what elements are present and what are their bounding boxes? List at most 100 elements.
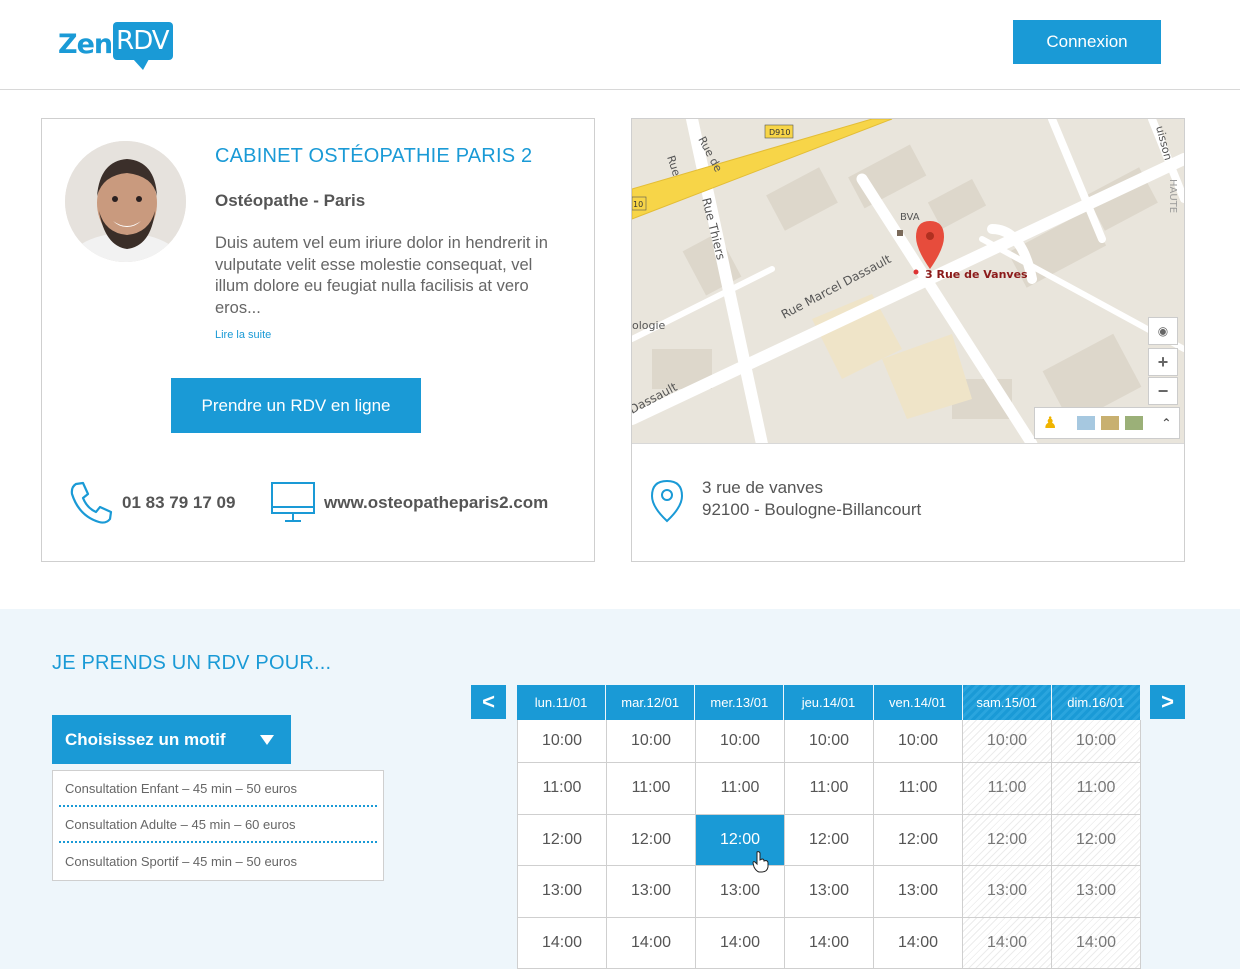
contact-phone[interactable]: 01 83 79 17 09 <box>68 480 235 526</box>
time-slot[interactable]: 10:00 <box>874 720 963 762</box>
time-slot-label: 10:00 <box>541 732 583 749</box>
time-slot[interactable]: 14:00 <box>785 917 874 969</box>
time-slot[interactable]: 13:00 <box>963 866 1052 917</box>
time-slot[interactable]: 11:00 <box>518 763 607 814</box>
time-slot[interactable]: 13:00 <box>518 866 607 917</box>
map-card: Rue Rue Thiers Rue Marcel Dassault Dassa… <box>631 118 1185 562</box>
address-block: 3 rue de vanves 92100 - Boulogne-Billanc… <box>702 477 921 521</box>
map-thumb-2[interactable] <box>1101 416 1120 430</box>
chevron-up-icon[interactable]: ⌃ <box>1161 416 1171 430</box>
map-locate-button[interactable]: ◉ <box>1148 317 1178 345</box>
motif-dropdown-label: Choisissez un motif <box>65 729 226 749</box>
motif-option[interactable]: Consultation Sportif – 45 min – 50 euros <box>59 843 377 879</box>
time-slot-label: 11:00 <box>987 779 1027 797</box>
time-slot[interactable]: 13:00 <box>874 866 963 917</box>
time-slot[interactable]: 14:00 <box>874 917 963 969</box>
time-slot-label: 14:00 <box>541 934 583 952</box>
time-slot-label: 10:00 <box>1075 732 1117 749</box>
time-slot[interactable]: 12:00 <box>1052 814 1141 866</box>
time-slot[interactable]: 13:00 <box>607 866 696 917</box>
address-line-1: 3 rue de vanves <box>702 478 823 497</box>
time-slot-label: 12:00 <box>986 830 1028 848</box>
motif-dropdown[interactable]: Choisissez un motif <box>52 715 291 764</box>
time-slot[interactable]: 14:00 <box>696 917 785 969</box>
book-online-button[interactable]: Prendre un RDV en ligne <box>171 378 421 433</box>
time-slot-label: 10:00 <box>986 732 1028 749</box>
time-slot-label: 12:00 <box>719 830 761 848</box>
map-area-haute: HAUTE <box>1167 179 1178 213</box>
phone-icon <box>70 481 113 524</box>
time-slot-label: 11:00 <box>720 779 760 797</box>
calendar-row: 10:00 10:00 10:00 10:00 10:00 10:00 10:00 <box>518 720 1141 763</box>
time-slot[interactable]: 10:00 <box>785 720 874 762</box>
motif-option[interactable]: Consultation Enfant – 45 min – 50 euros <box>59 771 377 807</box>
contact-website[interactable]: www.osteopatheparis2.com <box>270 480 548 526</box>
time-slot[interactable]: 10:00 <box>696 720 785 762</box>
time-slot-label: 13:00 <box>719 882 761 900</box>
time-slot[interactable]: 11:00 <box>874 763 963 814</box>
time-slot[interactable]: 11:00 <box>696 763 785 814</box>
calendar-day-header: lun.11/01 <box>517 685 607 720</box>
calendar-day-header: jeu.14/01 <box>784 685 874 720</box>
time-slot[interactable]: 11:00 <box>607 763 696 814</box>
calendar-header: lun.11/01 mar.12/01 mer.13/01 jeu.14/01 ven.… <box>517 685 1141 720</box>
time-slot[interactable]: 13:00 <box>1052 866 1141 917</box>
calendar-day-header: dim.16/01 <box>1051 685 1141 720</box>
time-slot[interactable]: 11:00 <box>1052 763 1141 814</box>
time-slot[interactable]: 10:00 <box>518 720 607 762</box>
time-slot[interactable]: 13:00 <box>696 866 785 917</box>
time-slot[interactable]: 12:00 <box>518 814 607 866</box>
motif-list: Consultation Enfant – 45 min – 50 euros … <box>52 770 384 881</box>
time-slot-label: 11:00 <box>631 779 671 797</box>
time-slot[interactable]: 11:00 <box>785 763 874 814</box>
time-slot[interactable]: 14:00 <box>963 917 1052 969</box>
caret-down-icon <box>260 735 274 745</box>
time-slot[interactable]: 12:00 <box>785 814 874 866</box>
login-button[interactable]: Connexion <box>1013 20 1161 64</box>
time-slot[interactable]: 14:00 <box>607 917 696 969</box>
time-slot-label: 10:00 <box>719 732 761 749</box>
motif-option[interactable]: Consultation Adulte – 45 min – 60 euros <box>59 807 377 843</box>
time-slot-label: 12:00 <box>897 830 939 848</box>
time-slot-label: 13:00 <box>897 882 939 900</box>
map-zoom-in-button[interactable]: + <box>1148 348 1178 376</box>
street-map-icon: Rue Rue Thiers Rue Marcel Dassault Dassa… <box>632 119 1184 443</box>
svg-text:D910: D910 <box>769 128 790 137</box>
time-slot-label: 11:00 <box>898 779 938 797</box>
time-slot[interactable]: 12:00 <box>874 814 963 866</box>
calendar-day-header: mar.12/01 <box>606 685 696 720</box>
time-slot[interactable]: 14:00 <box>518 917 607 969</box>
time-slot-label: 14:00 <box>630 934 672 952</box>
time-slot-label: 10:00 <box>897 732 939 749</box>
time-slot[interactable]: 13:00 <box>785 866 874 917</box>
time-slot-label: 12:00 <box>808 830 850 848</box>
time-slot-label: 13:00 <box>1075 882 1117 900</box>
map-thumb-3[interactable] <box>1125 416 1144 430</box>
time-slot-label: 10:00 <box>630 732 672 749</box>
previous-week-button[interactable]: < <box>471 685 506 719</box>
map-thumb-1[interactable] <box>1077 416 1096 430</box>
time-slot[interactable]: 14:00 <box>1052 917 1141 969</box>
time-slot[interactable]: 12:00 <box>607 814 696 866</box>
calendar-body: 10:00 10:00 10:00 10:00 10:00 10:00 10:00 11:00… <box>517 720 1141 969</box>
next-week-button[interactable]: > <box>1150 685 1185 719</box>
time-slot[interactable]: 10:00 <box>1052 720 1141 762</box>
avatar-portrait-icon <box>65 141 186 262</box>
calendar-row: 13:00 13:00 13:00 13:00 13:00 13:00 13:00 <box>518 866 1141 918</box>
time-slot-selected[interactable]: 12:00 <box>696 814 785 873</box>
map-view[interactable]: Rue Rue Thiers Rue Marcel Dassault Dassa… <box>632 119 1184 444</box>
map-zoom-out-button[interactable]: − <box>1148 377 1178 405</box>
website-url: www.osteopatheparis2.com <box>324 493 549 512</box>
map-layer-bar[interactable]: ♟ ⌃ <box>1034 407 1180 439</box>
time-slot[interactable]: 12:00 <box>963 814 1052 866</box>
map-poi-ologie: ologie <box>632 319 666 332</box>
logo[interactable]: Zen RDV <box>58 22 173 70</box>
time-slot[interactable]: 11:00 <box>963 763 1052 814</box>
time-slot[interactable]: 10:00 <box>963 720 1052 762</box>
time-slot[interactable]: 10:00 <box>607 720 696 762</box>
pegman-icon[interactable]: ♟ <box>1043 413 1057 433</box>
time-slot-label: 11:00 <box>542 779 582 797</box>
read-more-link[interactable]: Lire la suite <box>215 329 271 341</box>
time-slot-label: 14:00 <box>719 934 761 952</box>
booking-section: JE PRENDS UN RDV POUR... Choisissez un m… <box>0 609 1240 969</box>
